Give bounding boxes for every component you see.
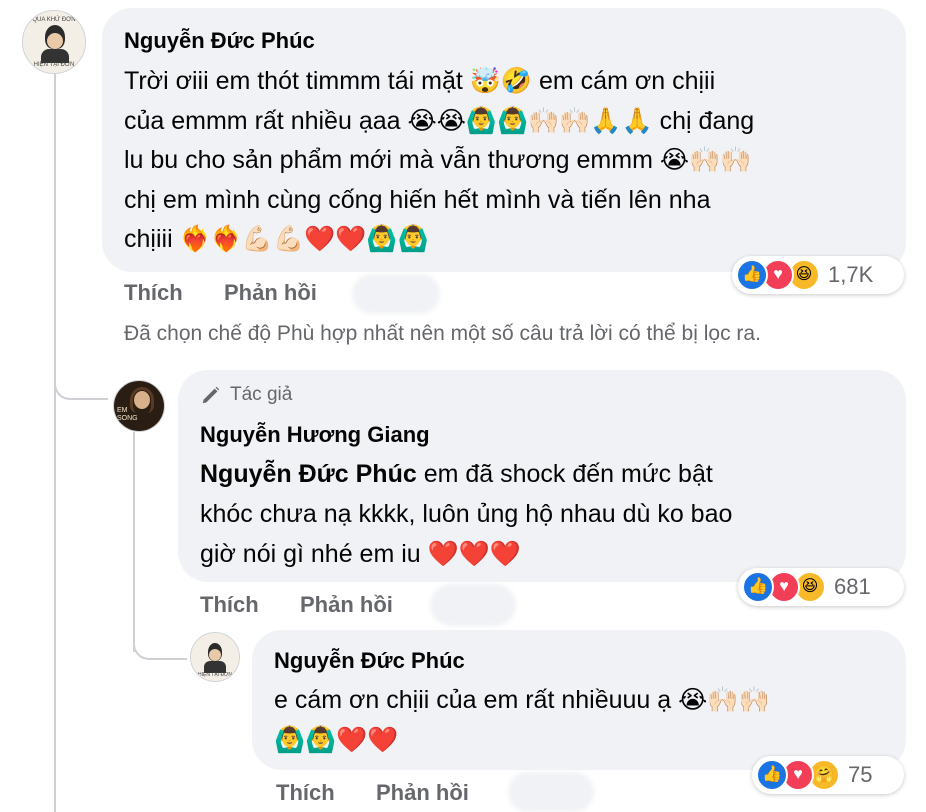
author-badge-label: Tác giả — [230, 384, 293, 405]
like-button[interactable]: Thích — [200, 592, 259, 618]
thread-branch-2 — [133, 620, 187, 660]
avatar-caption-bottom: SONG — [117, 415, 138, 422]
reply-button[interactable]: Phản hồi — [300, 592, 393, 618]
comment-line: lu bu cho sản phẩm mới mà vẫn thương emm… — [124, 146, 752, 174]
like-button[interactable]: Thích — [276, 780, 335, 806]
comment-line: Trời ơiii em thót timmm tái mặt 🤯🤣 em cá… — [124, 67, 716, 95]
emoji-group: 🙆‍♂️🙆‍♂️❤️❤️ — [274, 726, 399, 754]
emoji-group: ❤️‍🔥❤️‍🔥💪🏻💪🏻❤️❤️🙆‍♂️🙆‍♂️ — [179, 225, 429, 253]
reaction-count: 1,7K — [828, 262, 874, 287]
timestamp-redacted — [508, 772, 594, 812]
avatar[interactable]: QUA KHỨ ĐƠN HIỆN TẠI ĐƠN — [22, 10, 86, 74]
thread-line-main — [54, 70, 56, 812]
avatar[interactable]: HIỆN TẠI ĐƠN — [190, 632, 240, 682]
thumbs-up-icon: 👍 — [736, 259, 768, 291]
comment-body: Trời ơiii em thót timmm tái mặt 🤯🤣 em cá… — [124, 62, 894, 260]
reaction-summary[interactable]: 👍 ♥ 🤗 75 — [752, 756, 904, 794]
emoji-group: 🤯🤣 — [469, 67, 533, 95]
comment-line: chị em mình cùng cống hiến hết mình và t… — [124, 185, 711, 214]
filter-notice: Đã chọn chế độ Phù hợp nhất nên một số c… — [124, 322, 761, 345]
reaction-summary[interactable]: 👍 ♥ 😆 1,7K — [732, 256, 904, 294]
reply-button[interactable]: Phản hồi — [224, 280, 317, 306]
comment-body: Nguyễn Đức Phúc em đã shock đến mức bật … — [200, 454, 890, 574]
comment-body: e cám ơn chịii của em rất nhiềuuu ạ 😭🙌🏻🙌… — [274, 680, 894, 760]
comment-author[interactable]: Nguyễn Đức Phúc — [124, 28, 315, 54]
mention-link[interactable]: Nguyễn Đức Phúc — [200, 460, 417, 488]
comment-line: khóc chưa nạ kkkk, luôn ủng hộ nhau dù k… — [200, 500, 733, 528]
avatar-caption-bottom: HIỆN TẠI ĐƠN — [33, 62, 75, 68]
like-button[interactable]: Thích — [124, 280, 183, 306]
avatar-caption-top: QUA KHỨ ĐƠN — [32, 17, 76, 23]
comment-bubble: Tác giả Nguyễn Hương Giang Nguyễn Đức Ph… — [178, 370, 906, 582]
timestamp-redacted — [352, 274, 440, 314]
comment-author[interactable]: Nguyễn Hương Giang — [200, 422, 430, 448]
comment-author[interactable]: Nguyễn Đức Phúc — [274, 648, 465, 674]
comment-line: e cám ơn chịii của em rất nhiềuuu ạ 😭🙌🏻🙌… — [274, 686, 770, 714]
avatar-caption-bottom: HIỆN TẠI ĐƠN — [198, 672, 232, 678]
pen-icon — [202, 386, 220, 404]
emoji-group: 😭🙌🏻🙌🏻 — [659, 146, 752, 174]
comment-bubble: Nguyễn Đức Phúc e cám ơn chịii của em rấ… — [252, 630, 906, 770]
thumbs-up-icon: 👍 — [756, 759, 788, 791]
thread-branch-1 — [54, 360, 108, 400]
comment-line: chịiii ❤️‍🔥❤️‍🔥💪🏻💪🏻❤️❤️🙆‍♂️🙆‍♂️ — [124, 225, 429, 253]
emoji-group: ❤️❤️❤️ — [427, 540, 522, 568]
avatar[interactable]: EM SONG — [113, 380, 165, 432]
timestamp-redacted — [430, 584, 516, 626]
reaction-count: 681 — [834, 574, 871, 599]
comment-line: Nguyễn Đức Phúc em đã shock đến mức bật — [200, 460, 713, 488]
emoji-group: 😭😭🙆‍♂️🙆‍♂️🙌🏻🙌🏻🙏🙏 — [407, 106, 653, 135]
comment-line: 🙆‍♂️🙆‍♂️❤️❤️ — [274, 720, 894, 760]
reaction-summary[interactable]: 👍 ♥ 😆 681 — [738, 568, 904, 606]
thumbs-up-icon: 👍 — [742, 571, 774, 603]
author-badge: Tác giả — [200, 384, 292, 406]
reply-button[interactable]: Phản hồi — [376, 780, 469, 806]
reaction-count: 75 — [848, 762, 873, 787]
avatar-caption-top: EM — [117, 407, 128, 414]
comment-bubble: Nguyễn Đức Phúc Trời ơiii em thót timmm … — [102, 8, 906, 272]
comment-line: của emmm rất nhiều ạaa 😭😭🙆‍♂️🙆‍♂️🙌🏻🙌🏻🙏🙏 … — [124, 106, 755, 135]
thread-line-reply — [133, 432, 135, 652]
emoji-group: 😭🙌🏻🙌🏻 — [678, 686, 770, 714]
